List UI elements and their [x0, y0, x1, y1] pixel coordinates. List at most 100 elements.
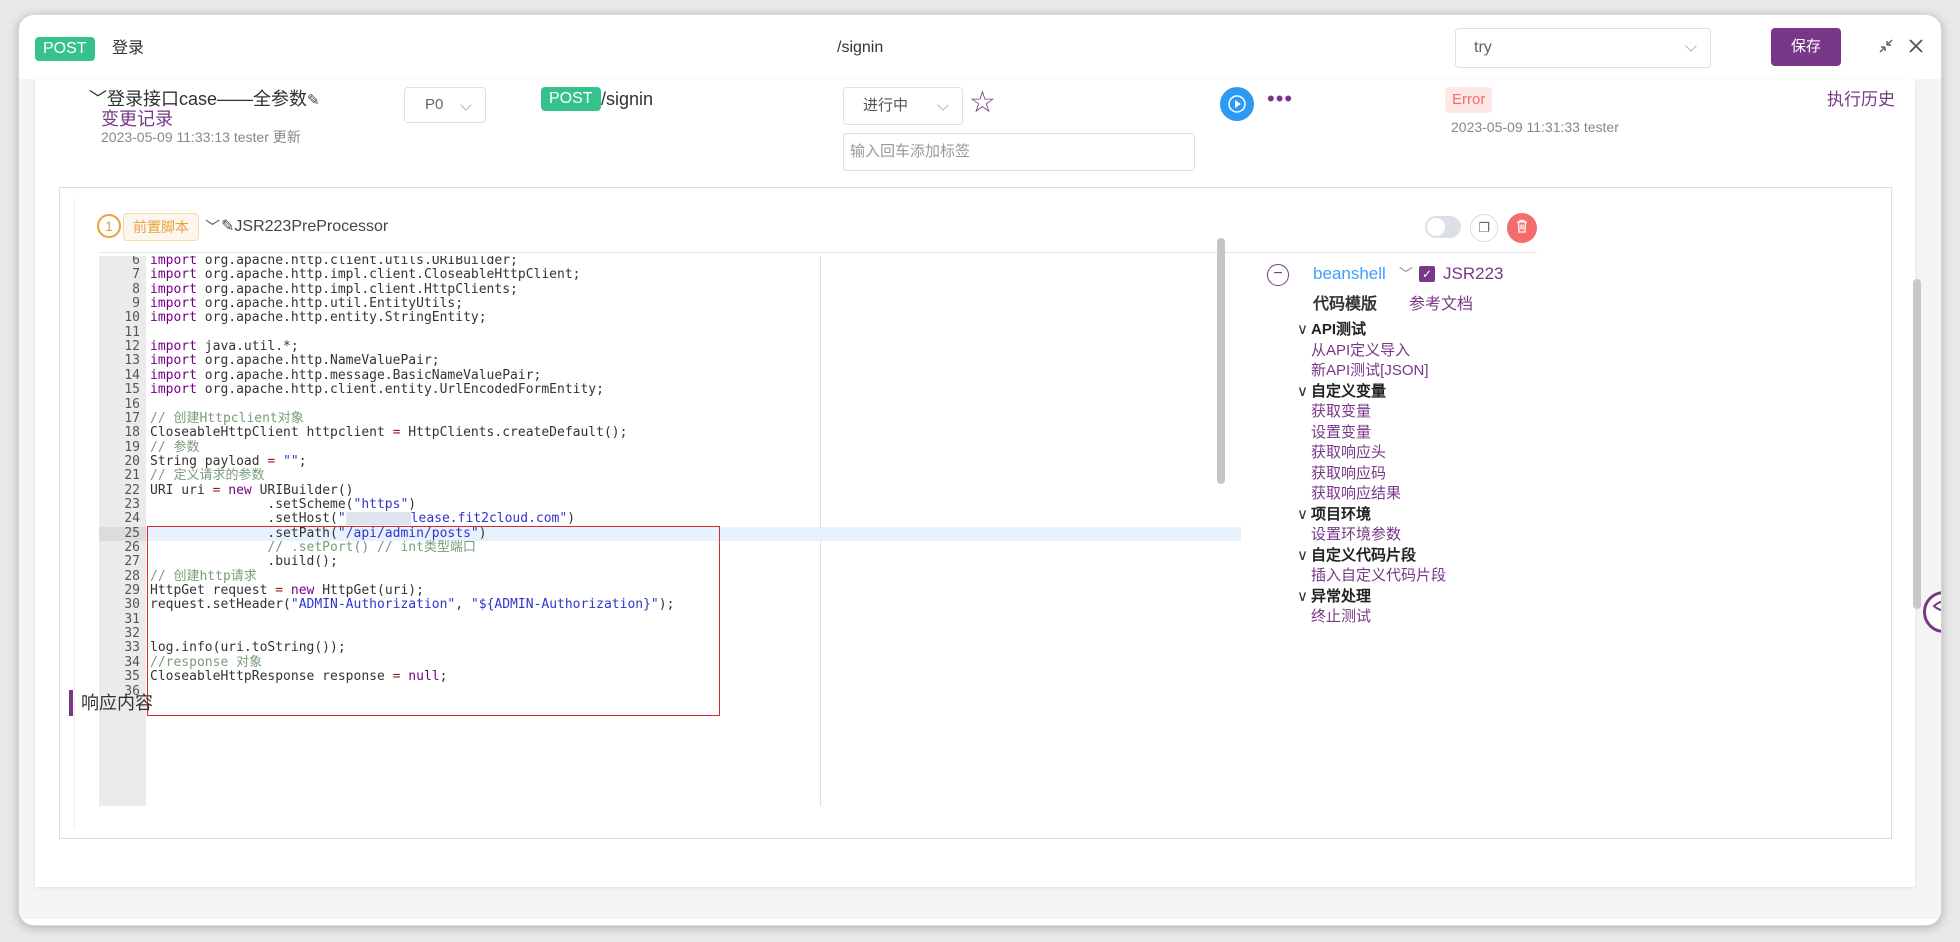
code-line[interactable]: 19 // 参数 — [99, 439, 1241, 455]
line-number: 25 — [99, 526, 146, 541]
template-item[interactable]: 新API测试[JSON] — [1297, 361, 1567, 382]
close-icon[interactable] — [1906, 37, 1926, 57]
template-item[interactable]: 获取变量 — [1297, 402, 1567, 423]
priority-select[interactable]: P0 — [404, 87, 486, 123]
run-button[interactable] — [1220, 87, 1254, 121]
star-icon[interactable]: ☆ — [969, 87, 996, 119]
tag-input[interactable]: 输入回车添加标签 — [843, 133, 1195, 171]
code-text: .setScheme("https") — [150, 496, 417, 512]
editor-scrollbar[interactable] — [1217, 238, 1225, 484]
code-line[interactable]: 28 // 创建http请求 — [99, 568, 1241, 584]
template-item[interactable]: 设置环境参数 — [1297, 525, 1567, 546]
line-number: 21 — [124, 468, 140, 484]
code-line[interactable]: 23 .setScheme("https") — [99, 496, 1241, 512]
template-group[interactable]: ∨ 自定义代码片段 — [1297, 546, 1567, 567]
code-line[interactable]: 33 log.info(uri.toString()); — [99, 640, 1241, 656]
environment-value: try — [1474, 39, 1492, 56]
environment-select[interactable]: try — [1455, 28, 1711, 68]
processor-name[interactable]: ✎JSR223PreProcessor — [221, 216, 388, 236]
code-line[interactable]: 10 import org.apache.http.entity.StringEn… — [99, 311, 1241, 326]
template-item[interactable]: 终止测试 — [1297, 607, 1567, 628]
status-select[interactable]: 进行中 — [843, 87, 963, 125]
template-item[interactable]: 获取响应头 — [1297, 443, 1567, 464]
code-line[interactable]: 15 import org.apache.http.client.entity.U… — [99, 382, 1241, 398]
page-scrollbar[interactable] — [1913, 279, 1921, 609]
code-line[interactable]: 21 // 定义请求的参数 — [99, 468, 1241, 484]
enable-toggle[interactable] — [1425, 216, 1461, 238]
history-link[interactable]: 执行历史 — [1827, 85, 1895, 110]
save-button[interactable]: 保存 — [1771, 28, 1841, 66]
edit-icon[interactable]: ✎ — [307, 92, 320, 109]
line-number: 24 — [124, 511, 140, 527]
code-text: CloseableHttpClient httpclient = HttpCli… — [150, 425, 628, 441]
code-line[interactable]: 22 URI uri = new URIBuilder() — [99, 482, 1241, 498]
code-line[interactable]: 18 CloseableHttpClient httpclient = HttpC… — [99, 425, 1241, 441]
code-editor[interactable]: 6 import org.apache.http.client.utils.URI… — [99, 256, 1241, 806]
template-item[interactable]: 设置变量 — [1297, 423, 1567, 444]
code-line[interactable]: 11 — [99, 325, 1241, 340]
code-line[interactable]: 31 — [99, 612, 1241, 627]
jsr223-label: JSR223 — [1443, 264, 1504, 283]
delete-icon[interactable] — [1507, 213, 1537, 243]
code-text: URI uri = new URIBuilder() — [150, 482, 354, 498]
chevron-down-icon[interactable]: ﹀ — [1399, 264, 1413, 284]
template-group[interactable]: ∨ 项目环境 — [1297, 505, 1567, 526]
code-text: import org.apache.http.impl.client.HttpC… — [150, 281, 518, 297]
line-number: 16 — [124, 396, 140, 412]
template-group-label: 异常处理 — [1311, 587, 1372, 605]
collapse-chevron-icon[interactable]: ﹀ — [205, 216, 220, 237]
divider — [99, 252, 1537, 253]
code-line[interactable]: 32 — [99, 626, 1241, 641]
copy-icon[interactable]: ❐ — [1470, 214, 1498, 242]
template-item[interactable]: 获取响应结果 — [1297, 484, 1567, 505]
code-text: .build(); — [150, 554, 338, 570]
processor-inner: 1 前置脚本 ﹀ ✎JSR223PreProcessor ❐ 6 import o… — [74, 198, 1880, 828]
template-group[interactable]: ∨ API测试 — [1297, 320, 1567, 341]
code-line[interactable]: 9 import org.apache.http.util.EntityUtils… — [99, 296, 1241, 312]
template-group[interactable]: ∨ 异常处理 — [1297, 587, 1567, 608]
edit-icon[interactable]: ✎ — [221, 218, 234, 235]
line-number: 23 — [124, 496, 140, 512]
code-line[interactable]: 30 request.setHeader("ADMIN-Authorization… — [99, 598, 1241, 613]
code-line[interactable]: 13 import org.apache.http.NameValuePair; — [99, 354, 1241, 369]
line-number: 22 — [124, 482, 140, 498]
code-line[interactable]: 7 import org.apache.http.impl.client.Clos… — [99, 267, 1241, 282]
line-number: 12 — [124, 339, 140, 355]
line-number: 15 — [124, 382, 140, 398]
jsr223-checkbox[interactable]: ✓ — [1419, 266, 1435, 282]
code-line[interactable]: 17 // 创建Httpclient对象 — [99, 411, 1241, 426]
code-line[interactable]: 8 import org.apache.http.impl.client.Http… — [99, 281, 1241, 297]
collapse-panel-icon[interactable]: − — [1267, 264, 1289, 286]
code-line[interactable]: 14 import org.apache.http.message.BasicNa… — [99, 367, 1241, 383]
code-line[interactable]: 25 .setPath("/api/admin/posts") — [99, 525, 1241, 541]
line-number: 33 — [124, 640, 140, 656]
code-text: // 创建http请求 — [150, 568, 257, 584]
line-number: 19 — [124, 439, 140, 455]
template-item[interactable]: 获取响应码 — [1297, 464, 1567, 485]
code-text: import org.apache.http.message.BasicName… — [150, 367, 542, 383]
api-name: 登录 — [112, 40, 145, 57]
code-line[interactable]: 27 .build(); — [99, 554, 1241, 570]
code-line[interactable]: 26 // .setPort() // int类型端口 — [99, 540, 1241, 555]
code-text: import org.apache.http.client.entity.Url… — [150, 382, 604, 398]
code-line[interactable]: 35 CloseableHttpResponse response = null; — [99, 669, 1241, 684]
code-line[interactable]: 34 //response 对象 — [99, 655, 1241, 670]
language-select[interactable]: beanshell — [1313, 264, 1386, 284]
code-line[interactable]: 12 import java.util.*; — [99, 339, 1241, 355]
code-line[interactable]: 20 String payload = ""; — [99, 454, 1241, 469]
code-text: .setPath("/api/admin/posts") — [150, 525, 487, 541]
code-line[interactable]: 29 HttpGet request = new HttpGet(uri); — [99, 583, 1241, 598]
template-group[interactable]: ∨ 自定义变量 — [1297, 382, 1567, 403]
template-item[interactable]: 从API定义导入 — [1297, 341, 1567, 362]
template-tree: ∨ API测试 从API定义导入 新API测试[JSON] ∨ 自定义变量 获取变量 设置变量… — [1297, 320, 1567, 628]
reference-doc-link[interactable]: 参考文档 — [1409, 290, 1473, 314]
code-text: import org.apache.http.util.EntityUtils; — [150, 296, 464, 312]
line-number: 18 — [124, 425, 140, 441]
template-item[interactable]: 插入自定义代码片段 — [1297, 566, 1567, 587]
content-area: ﹀登录接口case——全参数✎ 变更记录 2023-05-09 11:33:13… — [19, 79, 1941, 919]
code-line[interactable]: 24 .setHost(" lease.fit2cloud.com") — [99, 511, 1241, 527]
more-icon[interactable]: ••• — [1267, 87, 1293, 111]
minimize-icon[interactable] — [1876, 37, 1896, 57]
code-line[interactable]: 16 — [99, 396, 1241, 412]
code-line[interactable]: 36 — [99, 684, 1241, 699]
